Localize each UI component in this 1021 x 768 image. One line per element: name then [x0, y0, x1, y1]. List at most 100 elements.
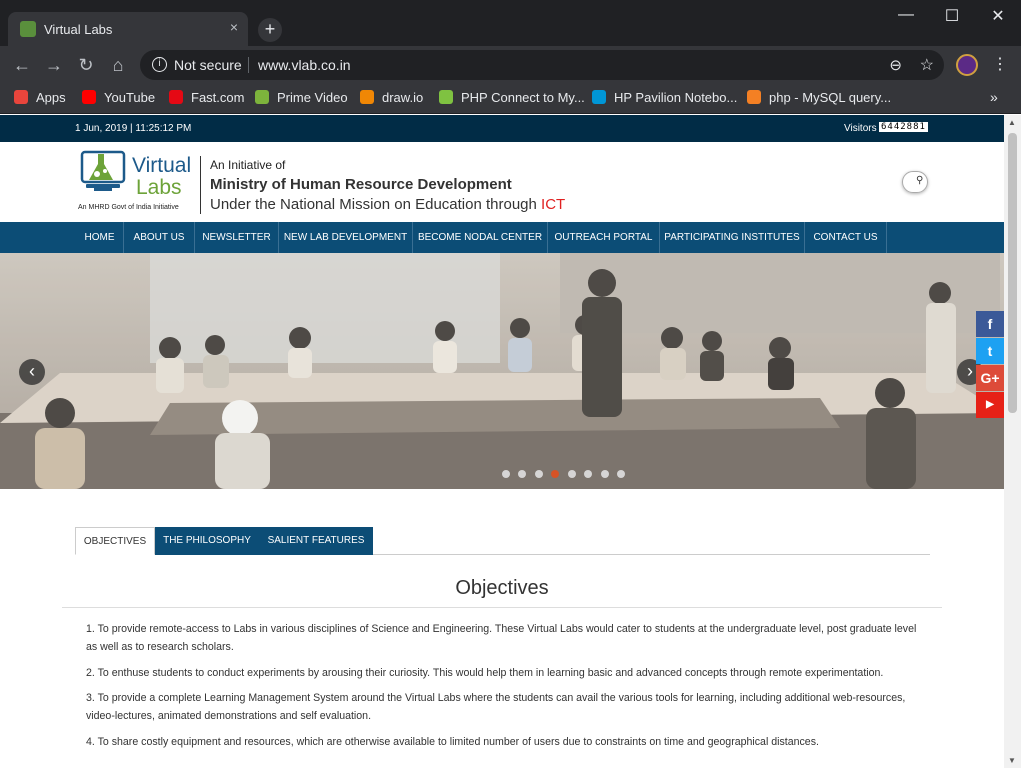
carousel-indicators: [502, 465, 629, 483]
bookmark-php-mysql[interactable]: php - MySQL query...: [747, 90, 891, 105]
tab-the-philosophy[interactable]: THE PHILOSOPHY: [155, 527, 259, 555]
home-button[interactable]: ⌂: [107, 54, 129, 76]
bookmark-fast[interactable]: Fast.com: [169, 90, 244, 105]
back-button[interactable]: ←: [11, 54, 33, 76]
apps-grid-icon: [14, 90, 28, 104]
scroll-up-icon[interactable]: ▲: [1008, 118, 1016, 127]
minimize-button[interactable]: —: [891, 6, 921, 24]
browser-toolbar: ← → ↻ ⌂ i Not secure www.vlab.co.in ⊖ ☆ …: [0, 46, 1021, 84]
virtual-labs-logo[interactable]: Virtual Labs An MHRD Govt of India Initi…: [78, 150, 196, 214]
browser-tab-bar: Virtual Labs × + — ☐ ✕: [0, 0, 1021, 46]
carousel-dot[interactable]: [567, 470, 576, 478]
mission-ict: ICT: [541, 196, 566, 213]
carousel-dot[interactable]: [518, 470, 527, 478]
bookmarks-overflow-icon[interactable]: »: [990, 89, 998, 105]
google-plus-icon[interactable]: G+: [976, 365, 1004, 391]
bookmark-label: Prime Video: [277, 90, 348, 105]
prime-video-icon: [255, 90, 269, 104]
scrollbar-thumb[interactable]: [1008, 133, 1017, 413]
nav-participating-institutes[interactable]: PARTICIPATING INSTITUTES: [660, 222, 805, 253]
nav-home[interactable]: HOME: [76, 222, 124, 253]
carousel-dot[interactable]: [600, 470, 609, 478]
bookmark-hp-pavilion[interactable]: HP Pavilion Notebo...: [592, 90, 737, 105]
twitter-icon[interactable]: t: [976, 338, 1004, 364]
bookmark-label: draw.io: [382, 90, 424, 105]
browser-menu-icon[interactable]: ⋮: [992, 54, 1008, 74]
mission-text: Under the National Mission on Education …: [210, 196, 565, 213]
objective-item: 1. To provide remote-access to Labs in v…: [86, 623, 917, 653]
carousel-dot[interactable]: [584, 470, 593, 478]
fast-icon: [169, 90, 183, 104]
vlab-favicon-icon: [20, 21, 36, 37]
maximize-button[interactable]: ☐: [937, 6, 967, 26]
objectives-divider: [62, 607, 942, 608]
bookmark-label: Fast.com: [191, 90, 245, 105]
logo-text-virtual: Virtual: [132, 154, 192, 177]
nav-become-nodal-center[interactable]: BECOME NODAL CENTER: [413, 222, 548, 253]
carousel-dot[interactable]: [617, 470, 626, 478]
date-time: 1 Jun, 2019 | 11:25:12 PM: [75, 123, 192, 134]
bookmark-label: YouTube: [104, 90, 156, 105]
url-text[interactable]: www.vlab.co.in: [258, 57, 351, 73]
scroll-down-icon[interactable]: ▼: [1008, 756, 1016, 765]
carousel-dot-active[interactable]: [551, 470, 560, 478]
bookmarks-bar: Apps YouTube Fast.com Prime Video draw.i…: [0, 84, 1021, 114]
bookmark-youtube[interactable]: YouTube: [82, 90, 155, 105]
nav-about-us[interactable]: ABOUT US: [124, 222, 195, 253]
main-nav: HOME ABOUT US NEWSLETTER NEW LAB DEVELOP…: [0, 222, 1004, 253]
nav-contact-us[interactable]: CONTACT US: [805, 222, 887, 253]
top-info-strip: 1 Jun, 2019 | 11:25:12 PM Visitors 64428…: [0, 115, 1004, 142]
carousel-prev-button[interactable]: ‹: [19, 359, 45, 385]
facebook-icon[interactable]: f: [976, 311, 1004, 337]
objective-item: 3. To provide a complete Learning Manage…: [86, 692, 906, 722]
hero-carousel[interactable]: ‹ ›: [0, 253, 1004, 489]
header-divider: [200, 156, 201, 214]
tab-salient-features[interactable]: SALIENT FEATURES: [259, 527, 373, 555]
bookmark-star-icon[interactable]: ☆: [920, 55, 934, 75]
bookmark-label: PHP Connect to My...: [461, 90, 585, 105]
bookmark-apps[interactable]: Apps: [14, 90, 66, 105]
logo-text-labs: Labs: [136, 176, 182, 199]
tab-close-icon[interactable]: ×: [230, 19, 238, 35]
logo-tagline: An MHRD Govt of India Initiative: [78, 204, 179, 211]
carousel-dot[interactable]: [534, 470, 543, 478]
site-search-button[interactable]: ⚲: [902, 171, 928, 193]
drawio-icon: [360, 90, 374, 104]
carousel-dot[interactable]: [502, 470, 510, 478]
nav-new-lab-development[interactable]: NEW LAB DEVELOPMENT: [279, 222, 413, 253]
initiative-of-text: An Initiative of: [210, 158, 286, 172]
objectives-heading: Objectives: [455, 577, 549, 599]
bookmark-label: php - MySQL query...: [769, 90, 892, 105]
forward-button[interactable]: →: [43, 54, 65, 76]
nav-outreach-portal[interactable]: OUTREACH PORTAL: [548, 222, 660, 253]
bookmark-label: HP Pavilion Notebo...: [614, 90, 738, 105]
visitors-label: Visitors: [844, 123, 877, 134]
info-icon[interactable]: i: [152, 57, 167, 72]
address-bar[interactable]: i Not secure www.vlab.co.in ⊖ ☆: [140, 50, 944, 80]
objective-item: 4. To share costly equipment and resourc…: [86, 736, 819, 748]
bookmark-prime-video[interactable]: Prime Video: [255, 90, 348, 105]
bookmark-php-connect[interactable]: PHP Connect to My...: [439, 90, 585, 105]
reload-button[interactable]: ↻: [75, 54, 97, 76]
youtube-icon: [82, 90, 96, 104]
security-label[interactable]: Not secure: [174, 57, 242, 73]
tab-objectives[interactable]: OBJECTIVES: [75, 527, 155, 555]
ministry-title: Ministry of Human Resource Development: [210, 176, 512, 193]
page-scrollbar[interactable]: ▲ ▼: [1004, 115, 1021, 768]
bookmark-label: Apps: [36, 90, 66, 105]
meeting-photo: [0, 253, 1004, 489]
flask-icon: [80, 150, 126, 191]
objective-item: 2. To enthuse students to conduct experi…: [86, 667, 884, 679]
new-tab-button[interactable]: +: [258, 18, 282, 42]
close-window-button[interactable]: ✕: [983, 6, 1013, 26]
zoom-icon[interactable]: ⊖: [889, 56, 902, 74]
site-header: Virtual Labs An MHRD Govt of India Initi…: [0, 142, 1004, 222]
profile-avatar[interactable]: [956, 54, 978, 76]
browser-tab[interactable]: Virtual Labs ×: [8, 12, 248, 46]
bookmark-drawio[interactable]: draw.io: [360, 90, 423, 105]
stackoverflow-icon: [747, 90, 761, 104]
nav-newsletter[interactable]: NEWSLETTER: [195, 222, 279, 253]
visitors-counter: 6442881: [879, 122, 928, 132]
omnibox-divider: [248, 57, 249, 73]
youtube-social-icon[interactable]: ▶: [976, 392, 1004, 418]
